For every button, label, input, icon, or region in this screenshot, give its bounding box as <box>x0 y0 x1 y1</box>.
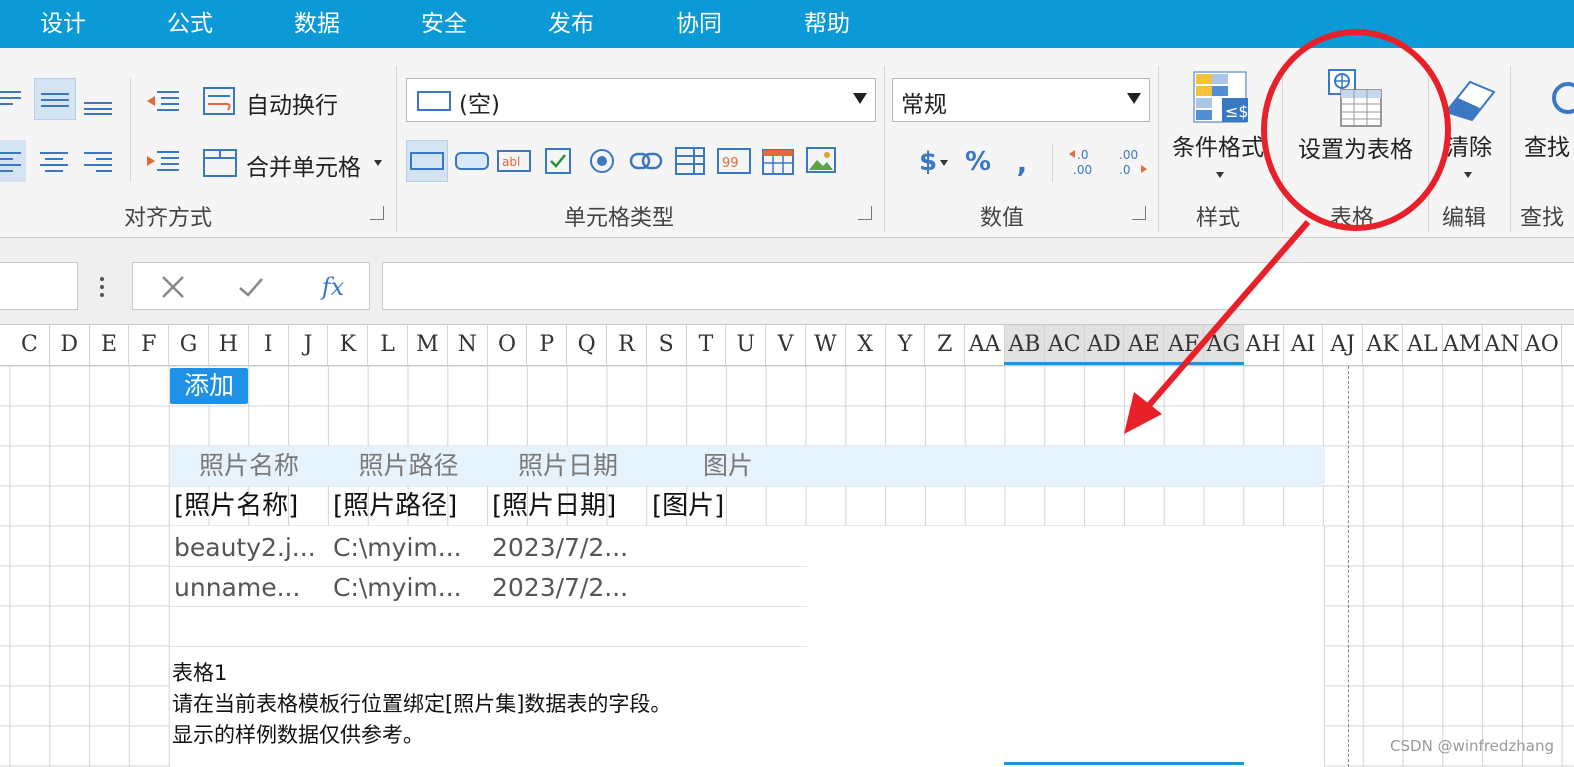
annotation-arrow-line <box>1135 220 1311 420</box>
annotation-circle <box>1261 29 1451 231</box>
spreadsheet-designer-window: 设计 公式 数据 安全 发布 协同 帮助 自动换行 合并单元格 对齐方式 (空)… <box>0 0 1574 767</box>
watermark-text: CSDN @winfredzhang <box>1390 737 1554 755</box>
annotation-overlay <box>1124 29 1451 434</box>
